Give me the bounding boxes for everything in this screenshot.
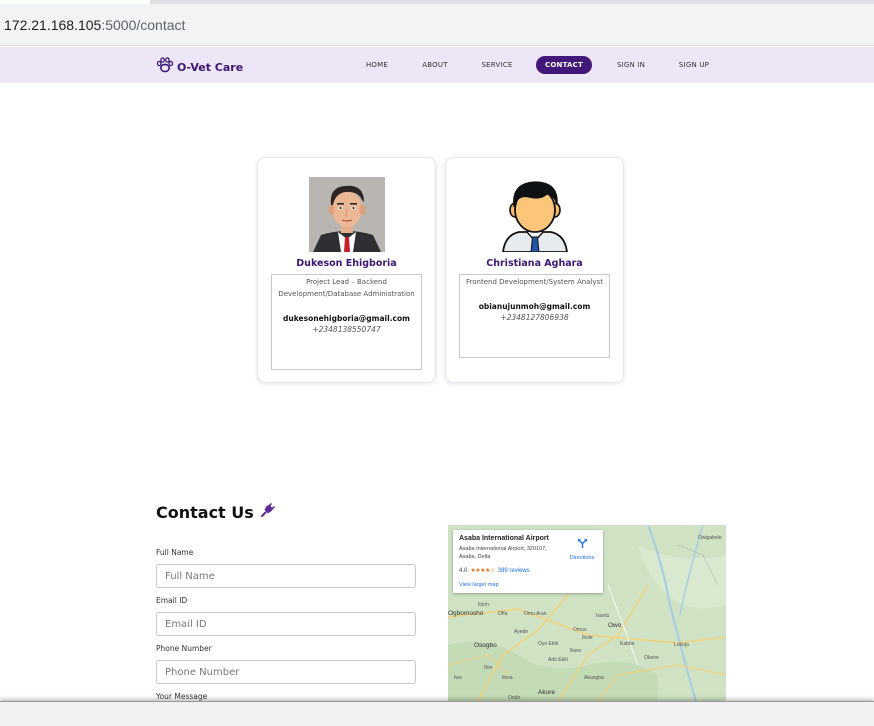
map-reviews-link[interactable]: 389 reviews — [498, 568, 530, 574]
contact-title-text: Contact Us — [156, 502, 254, 522]
phone-label: Phone Number — [156, 644, 212, 653]
paw-icon — [156, 57, 174, 77]
phone-input[interactable] — [156, 660, 416, 684]
navbar: O-Vet Care HOME ABOUT SERVICE CONTACT SI… — [0, 47, 874, 83]
team-card: Christiana Aghara Frontend Development/S… — [445, 157, 624, 383]
address-bar[interactable]: 172.21.168.105:5000/contact — [0, 4, 874, 46]
person-role: Project Lead – Backend Development/Datab… — [278, 278, 415, 298]
map-label: Omuo — [573, 627, 587, 633]
map-label: Akure — [538, 689, 555, 696]
directions-button[interactable]: Directions — [565, 536, 599, 561]
nav-contact[interactable]: CONTACT — [536, 56, 592, 74]
nav-service[interactable]: SERVICE — [477, 56, 517, 74]
map-label: Owo — [608, 622, 622, 629]
map-label: Omu Aran — [524, 611, 547, 617]
map-place-name: Asaba International Airport — [459, 535, 549, 542]
map-label: Offa — [498, 611, 508, 617]
person-role: Frontend Development/System Analyst — [466, 278, 603, 286]
contact-title: Contact Us — [156, 502, 276, 522]
url-path: :5000/contact — [101, 17, 186, 33]
view-larger-map-link[interactable]: View larger map — [459, 582, 499, 588]
brand-name: O-Vet Care — [177, 60, 244, 74]
full-name-input[interactable] — [156, 564, 416, 588]
url-host: 172.21.168.105 — [4, 17, 102, 33]
map-label: Ado Ekiti — [548, 657, 568, 663]
star-rating-icon: ★★★★☆ — [470, 568, 495, 574]
map-label: Iwo — [454, 675, 462, 681]
map-label: Ifon — [484, 665, 493, 671]
team-card: Dukeson Ehigboria Project Lead – Backend… — [257, 157, 436, 383]
map-label: Ikole — [582, 635, 593, 641]
directions-label: Directions — [569, 555, 595, 561]
person-name: Christiana Aghara — [486, 258, 583, 269]
map-label: Isanlu — [596, 613, 610, 619]
map-label: Ikare — [570, 648, 582, 654]
nav-sign-up[interactable]: SIGN UP — [674, 56, 714, 74]
person-info-box: Project Lead – Backend Development/Datab… — [271, 274, 422, 370]
map-label: Ilorin — [478, 602, 489, 608]
map-label: Owigabele — [698, 535, 722, 541]
brand-logo[interactable]: O-Vet Care — [156, 57, 243, 77]
email-input[interactable] — [156, 612, 416, 636]
nav-home[interactable]: HOME — [360, 56, 394, 74]
person-email: dukesonehigboria@gmail.com — [283, 314, 410, 323]
map-rating-value: 4.0 — [459, 567, 468, 574]
full-name-label: Full Name — [156, 548, 194, 557]
map-embed[interactable]: Owigabele Owo Akure Osogbo Ondo Ikare Ka… — [448, 525, 726, 702]
map-label: Lokoja — [674, 642, 689, 648]
plug-icon — [260, 502, 276, 522]
map-label: Kabba — [620, 641, 635, 647]
avatar — [497, 177, 573, 253]
map-place-card: Asaba International Airport Asaba Intern… — [453, 530, 603, 593]
map-place-address: Asaba International Airport, 320107, Asa… — [459, 546, 547, 560]
person-phone: +2348138550747 — [312, 325, 381, 334]
person-phone: +2348127806938 — [500, 313, 569, 322]
avatar — [308, 177, 385, 252]
map-label: Ogbomosho — [448, 610, 484, 617]
directions-icon — [577, 536, 588, 553]
map-label: Ilesa — [502, 675, 513, 681]
person-email: obianujunmoh@gmail.com — [478, 302, 591, 311]
map-label: Oyo Ekiti — [538, 641, 559, 647]
nav-about[interactable]: ABOUT — [418, 56, 452, 74]
message-label: Your Message — [156, 692, 208, 701]
map-label: Osogbo — [474, 642, 497, 649]
email-label: Email ID — [156, 596, 188, 605]
viewport-bottom-edge — [0, 701, 874, 726]
map-label: Okene — [644, 655, 659, 661]
map-label: Akungba — [584, 675, 604, 681]
map-label: Ayede — [514, 629, 529, 635]
address-url[interactable]: 172.21.168.105:5000/contact — [4, 17, 185, 33]
person-name: Dukeson Ehigboria — [296, 258, 397, 269]
map-rating-row: 4.0 ★★★★☆ 389 reviews — [459, 567, 530, 575]
person-info-box: Frontend Development/System Analyst obia… — [459, 274, 610, 358]
nav-sign-in[interactable]: SIGN IN — [612, 56, 650, 74]
